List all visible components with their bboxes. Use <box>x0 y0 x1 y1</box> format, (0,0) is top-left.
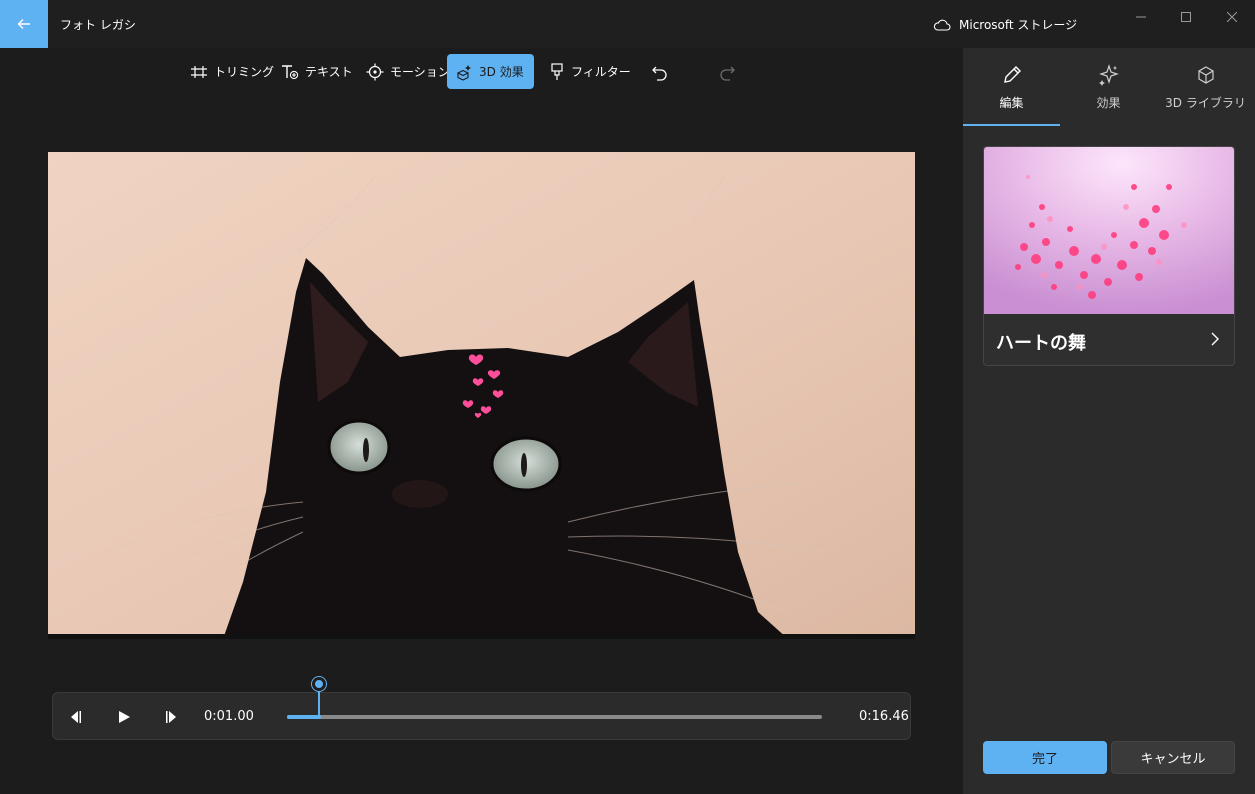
sparkle-icon <box>1098 64 1119 86</box>
panel-tabs: 編集 効果 3D ライブラリ <box>963 48 1255 126</box>
video-frame-image <box>48 152 915 639</box>
undo-button[interactable] <box>643 54 677 89</box>
filter-label: フィルター <box>571 65 631 79</box>
motion-icon <box>366 63 384 80</box>
3d-effects-button[interactable]: 3D 効果 <box>447 54 534 89</box>
video-letterbox-bar <box>48 634 915 639</box>
video-preview[interactable] <box>48 152 915 639</box>
tab-3d-library-label: 3D ライブラリ <box>1165 96 1246 110</box>
current-time: 0:01.00 <box>204 709 254 724</box>
maximize-button[interactable] <box>1163 0 1209 34</box>
scrubber-handle[interactable] <box>312 677 326 691</box>
back-button[interactable] <box>0 0 48 48</box>
done-button[interactable]: 完了 <box>983 741 1107 774</box>
close-icon <box>1227 12 1237 22</box>
pencil-icon <box>1003 66 1021 83</box>
tab-edit-label: 編集 <box>999 96 1024 110</box>
motion-label: モーション <box>390 65 450 79</box>
trim-button[interactable]: トリミング <box>182 54 282 89</box>
edit-toolbar: トリミング テキスト モーション 3D 効果 フィルター <box>0 48 962 96</box>
total-time: 0:16.46 <box>859 709 909 724</box>
effect-thumbnail <box>984 147 1234 314</box>
back-arrow-icon <box>17 19 30 29</box>
filter-brush-icon <box>551 62 563 80</box>
tab-effects[interactable]: 効果 <box>1060 48 1157 126</box>
text-label: テキスト <box>305 65 353 79</box>
motion-button[interactable]: モーション <box>358 54 458 89</box>
storage-indicator[interactable]: Microsoft ストレージ <box>933 16 1077 33</box>
effects-panel: 編集 効果 3D ライブラリ ハートの舞 完了 キャンセル <box>963 48 1255 794</box>
filter-button[interactable]: フィルター <box>541 54 639 89</box>
redo-button[interactable] <box>710 54 744 89</box>
effect-card-heart-dance[interactable]: ハートの舞 <box>983 146 1235 366</box>
next-frame-button[interactable] <box>160 705 184 729</box>
maximize-icon <box>1181 12 1191 22</box>
3d-effects-icon <box>456 64 471 81</box>
title-bar: フォト レガシ Microsoft ストレージ <box>0 0 1255 48</box>
redo-icon <box>720 66 735 81</box>
cloud-icon <box>933 19 951 31</box>
play-icon <box>119 711 130 723</box>
trim-icon <box>191 65 207 78</box>
text-icon <box>282 64 299 79</box>
tab-3d-library[interactable]: 3D ライブラリ <box>1157 48 1254 126</box>
scrubber-line <box>318 690 320 718</box>
tab-effects-label: 効果 <box>1096 96 1121 110</box>
storage-label: Microsoft ストレージ <box>959 18 1078 32</box>
effect-card-label: ハートの舞 <box>996 333 1086 354</box>
timeline-progress <box>287 715 321 719</box>
previous-frame-button[interactable] <box>63 705 87 729</box>
undo-icon <box>652 66 667 81</box>
trim-label: トリミング <box>214 65 275 79</box>
minimize-icon <box>1136 16 1146 18</box>
text-button[interactable]: テキスト <box>273 54 361 89</box>
minimize-button[interactable] <box>1118 0 1164 34</box>
close-button[interactable] <box>1209 0 1255 34</box>
cancel-button[interactable]: キャンセル <box>1111 741 1235 774</box>
chevron-right-icon <box>1211 332 1219 346</box>
previous-frame-icon <box>71 711 81 723</box>
play-button[interactable] <box>112 705 136 729</box>
timeline-track[interactable] <box>287 715 822 719</box>
tab-edit[interactable]: 編集 <box>963 48 1060 126</box>
app-title: フォト レガシ <box>60 18 136 32</box>
active-tab-indicator <box>963 124 1060 126</box>
cube-icon <box>1197 66 1214 84</box>
next-frame-icon <box>166 711 176 723</box>
3d-effects-label: 3D 効果 <box>479 65 524 79</box>
photos-video-editor: フォト レガシ Microsoft ストレージ トリミング テキスト モーション <box>0 0 1255 794</box>
playback-bar: 0:01.00 0:16.46 <box>52 692 911 740</box>
